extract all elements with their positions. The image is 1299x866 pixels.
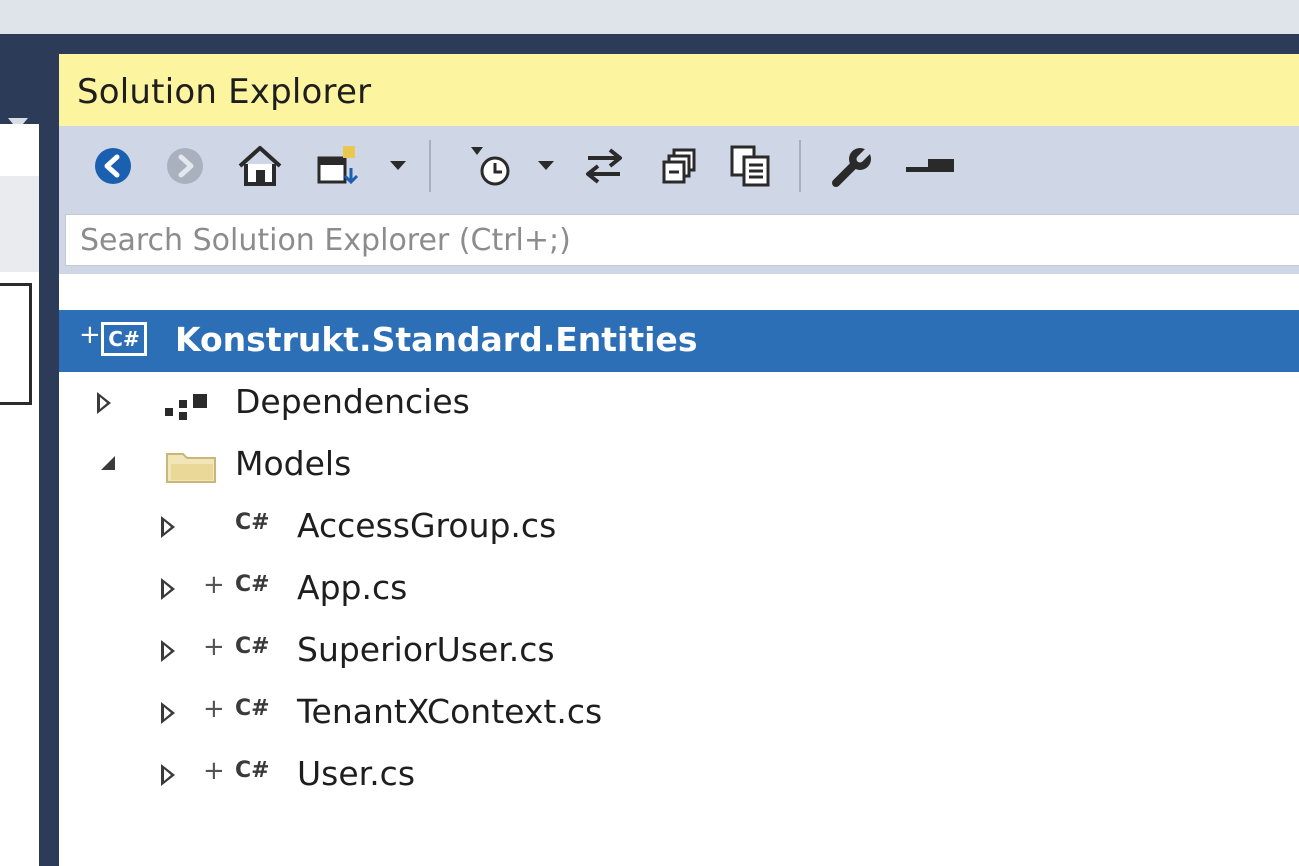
sync-with-active-document-icon[interactable] — [579, 148, 629, 184]
properties-wrench-icon[interactable] — [825, 145, 881, 187]
pending-add-icon: + — [79, 320, 101, 350]
collapse-all-icon[interactable] — [655, 148, 705, 184]
collapse-arrow-icon[interactable] — [101, 456, 115, 470]
toolbar-separator — [429, 140, 431, 192]
dependencies-icon — [163, 392, 213, 420]
window-top-frame — [57, 0, 1299, 34]
toolbar-separator — [799, 140, 801, 192]
csharp-file-icon: C# — [235, 696, 270, 721]
tree-item-file[interactable]: + C# SuperiorUser.cs — [59, 620, 1299, 682]
search-input[interactable] — [65, 214, 1299, 266]
expand-arrow-icon[interactable] — [161, 516, 175, 538]
tree-item-label: Models — [235, 444, 352, 483]
tree-item-dependencies[interactable]: Dependencies — [59, 372, 1299, 434]
tree-item-models[interactable]: Models — [59, 434, 1299, 496]
expand-arrow-icon[interactable] — [97, 392, 111, 414]
pending-add-icon: + — [203, 694, 225, 724]
tree-item-label: Konstrukt.Standard.Entities — [175, 320, 698, 359]
solution-explorer-panel: Solution Explorer Search Solution Explor… — [59, 54, 1299, 866]
window-dark-border — [57, 34, 1299, 54]
left-toolbar — [0, 124, 39, 177]
panel-title: Solution Explorer — [77, 72, 372, 112]
csharp-file-icon: C# — [235, 634, 270, 659]
left-top-band — [0, 0, 57, 34]
pending-add-icon: + — [203, 570, 225, 600]
expand-arrow-icon[interactable] — [161, 640, 175, 662]
expand-arrow-icon[interactable] — [161, 702, 175, 724]
expand-arrow-icon[interactable] — [161, 764, 175, 786]
switch-views-icon[interactable] — [311, 146, 371, 185]
csharp-file-icon: C# — [235, 572, 270, 597]
tree-item-label: Dependencies — [235, 382, 470, 421]
pending-add-icon: + — [203, 756, 225, 786]
tree-item-project[interactable]: + C# Konstrukt.Standard.Entities — [59, 310, 1299, 372]
csharp-project-icon: C# — [101, 322, 147, 356]
csharp-file-icon: C# — [235, 510, 270, 535]
csharp-project-icon-text: C# — [108, 327, 140, 351]
tree-item-label: App.cs — [297, 568, 408, 607]
search-row — [59, 206, 1299, 274]
switch-views-dropdown-icon[interactable] — [385, 148, 411, 184]
tree-item-label: AccessGroup.cs — [297, 506, 557, 545]
tree-item-label: User.cs — [297, 754, 416, 793]
pending-changes-filter-icon[interactable] — [461, 147, 521, 186]
tree-item-file[interactable]: + C# App.cs — [59, 558, 1299, 620]
preview-selected-items-icon[interactable] — [901, 148, 961, 184]
forward-arrow-icon[interactable] — [163, 148, 207, 184]
back-arrow-icon[interactable] — [91, 148, 135, 184]
show-all-files-icon[interactable] — [723, 145, 779, 187]
tree-item-label: SuperiorUser.cs — [297, 630, 555, 669]
home-icon[interactable] — [235, 146, 285, 186]
tree-item-label: TenantXContext.cs — [297, 692, 603, 731]
left-bracket-outline — [0, 283, 32, 405]
tree-item-file[interactable]: C# AccessGroup.cs — [59, 496, 1299, 558]
panel-left-border — [39, 34, 59, 866]
tree-item-file[interactable]: + C# User.cs — [59, 744, 1299, 806]
left-gray-band — [0, 176, 39, 272]
filter-dropdown-icon[interactable] — [533, 148, 559, 184]
expand-arrow-icon[interactable] — [161, 578, 175, 600]
panel-toolbar — [59, 126, 1299, 206]
tree-item-file[interactable]: + C# TenantXContext.cs — [59, 682, 1299, 744]
pending-add-icon: + — [203, 632, 225, 662]
csharp-file-icon: C# — [235, 758, 270, 783]
folder-icon — [165, 448, 217, 484]
panel-title-bar[interactable]: Solution Explorer — [59, 54, 1299, 126]
